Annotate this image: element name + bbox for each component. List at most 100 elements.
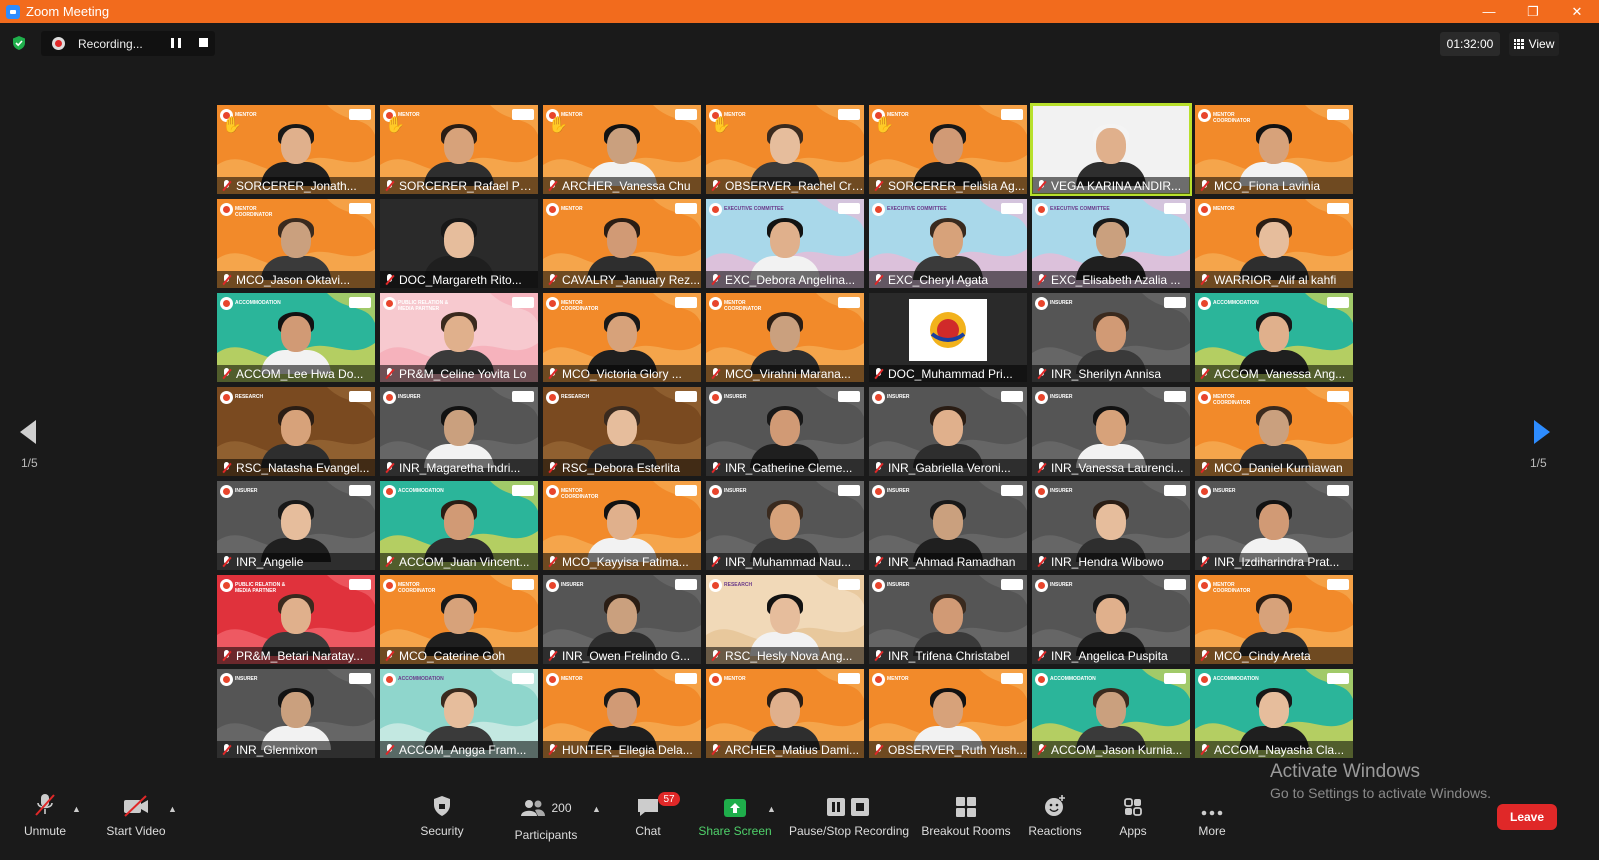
participant-tile[interactable]: INSURER INR_Angelica Puspita [1032, 575, 1190, 664]
muted-mic-icon [385, 461, 395, 474]
pause-stop-recording-button[interactable]: Pause/Stop Recording [789, 790, 909, 842]
participant-tile[interactable]: ACCOMMODATION ACCOM_Lee Hwa Do... [217, 293, 375, 382]
leave-button[interactable]: Leave [1497, 804, 1557, 830]
audio-options-caret-icon[interactable]: ▲ [72, 804, 81, 814]
participant-name-bar: INR_Sherilyn Annisa [1032, 365, 1190, 382]
muted-mic-icon [1037, 179, 1047, 192]
participant-tile[interactable]: MENTOR CAVALRY_January Rez... [543, 199, 701, 288]
muted-mic-icon [385, 367, 395, 380]
participants-button[interactable]: 200 Participants [511, 790, 581, 842]
breakout-rooms-button[interactable]: Breakout Rooms [921, 790, 1011, 842]
participant-tile[interactable]: ACCOMMODATION ACCOM_Angga Fram... [380, 669, 538, 758]
sponsor-badge-icon [1001, 485, 1023, 496]
participant-tile[interactable]: DOC_Margareth Rito... [380, 199, 538, 288]
participant-tile[interactable]: MENTOR ✋ SORCERER_Jonath... [217, 105, 375, 194]
event-logo-icon [1035, 391, 1048, 404]
division-tag: INSURER [724, 394, 747, 400]
participant-tile[interactable]: INSURER INR_Catherine Cleme... [706, 387, 864, 476]
view-button[interactable]: View [1509, 32, 1559, 56]
stop-recording-icon[interactable] [199, 38, 208, 47]
participant-tile[interactable]: MENTOR COORDINATOR MCO_Caterine Goh [380, 575, 538, 664]
participant-tile[interactable]: INSURER INR_Gabriella Veroni... [869, 387, 1027, 476]
participant-tile[interactable]: INSURER INR_Muhammad Nau... [706, 481, 864, 570]
participant-tile[interactable]: ACCOMMODATION ACCOM_Jason Kurnia... [1032, 669, 1190, 758]
participant-tile[interactable]: INSURER INR_Magaretha Indri... [380, 387, 538, 476]
sponsor-badge-icon [349, 673, 371, 684]
sponsor-badge-icon [838, 203, 860, 214]
share-options-caret-icon[interactable]: ▲ [767, 804, 776, 814]
participant-tile[interactable]: RESEARCH RSC_Debora Esterlita [543, 387, 701, 476]
apps-button[interactable]: Apps [1113, 790, 1153, 842]
event-logo-icon [709, 203, 722, 216]
sponsor-badge-icon [512, 485, 534, 496]
participant-tile[interactable]: MENTOR HUNTER_Ellegia Dela... [543, 669, 701, 758]
participant-tile[interactable]: RESEARCH RSC_Hesly Nova Ang... [706, 575, 864, 664]
participant-tile[interactable]: INSURER INR_Trifena Christabel [869, 575, 1027, 664]
participant-tile[interactable]: MENTOR ✋ ARCHER_Vanessa Chu [543, 105, 701, 194]
sponsor-badge-icon [675, 109, 697, 120]
division-tag: MENTOR [887, 676, 909, 682]
sponsor-badge-icon [349, 579, 371, 590]
participant-tile[interactable]: INSURER INR_Vanessa Laurenci... [1032, 387, 1190, 476]
participant-tile[interactable]: INSURER INR_Sherilyn Annisa [1032, 293, 1190, 382]
event-logo-icon [1198, 579, 1211, 592]
participants-caret-icon[interactable]: ▲ [592, 804, 601, 814]
chat-button[interactable]: 57 Chat [626, 790, 680, 842]
participant-name-bar: INR_Angelie [217, 553, 375, 570]
participant-tile[interactable]: INSURER INR_Glennixon [217, 669, 375, 758]
close-button[interactable]: ✕ [1555, 0, 1599, 23]
next-page-arrow-icon[interactable] [1532, 418, 1552, 446]
minimize-button[interactable]: — [1467, 0, 1511, 23]
muted-mic-icon [874, 555, 884, 568]
participant-tile[interactable]: VEGA KARINA ANDIR... [1030, 103, 1192, 196]
participant-tile[interactable]: MENTOR COORDINATOR MCO_Daniel Kurniawan [1195, 387, 1353, 476]
participant-tile[interactable]: DOC_Muhammad Pri... [869, 293, 1027, 382]
reactions-button[interactable]: Reactions [1027, 790, 1083, 842]
sponsor-badge-icon [838, 579, 860, 590]
participant-tile[interactable]: INSURER INR_Angelie [217, 481, 375, 570]
event-logo-icon [709, 673, 722, 686]
participant-tile[interactable]: ACCOMMODATION ACCOM_Juan Vincent... [380, 481, 538, 570]
video-options-caret-icon[interactable]: ▲ [168, 804, 177, 814]
pause-recording-icon[interactable] [171, 38, 181, 48]
participant-tile[interactable]: EXECUTIVE COMMITTEE EXC_Debora Angelina..… [706, 199, 864, 288]
participant-tile[interactable]: MENTOR ✋ OBSERVER_Rachel Cri... [706, 105, 864, 194]
participant-tile[interactable]: MENTOR OBSERVER_Ruth Yush... [869, 669, 1027, 758]
participant-tile[interactable]: ACCOMMODATION ACCOM_Vanessa Ang... [1195, 293, 1353, 382]
participant-tile[interactable]: MENTOR WARRIOR_Alif al kahfi [1195, 199, 1353, 288]
participant-tile[interactable]: MENTOR ✋ SORCERER_Felisia Ag... [869, 105, 1027, 194]
participant-tile[interactable]: MENTOR COORDINATOR MCO_Virahni Marana... [706, 293, 864, 382]
participant-tile[interactable]: MENTOR COORDINATOR MCO_Jason Oktavi... [217, 199, 375, 288]
participant-tile[interactable]: PUBLIC RELATION & MEDIA PARTNER PR&M_Celi… [380, 293, 538, 382]
share-screen-button[interactable]: Share Screen [698, 790, 772, 842]
division-tag: EXECUTIVE COMMITTEE [887, 206, 947, 212]
participant-tile[interactable]: EXECUTIVE COMMITTEE EXC_Elisabeth Azalia … [1032, 199, 1190, 288]
participant-tile[interactable]: MENTOR COORDINATOR MCO_Fiona Lavinia [1195, 105, 1353, 194]
participant-tile[interactable]: MENTOR COORDINATOR MCO_Victoria Glory ... [543, 293, 701, 382]
participant-tile[interactable]: PUBLIC RELATION & MEDIA PARTNER PR&M_Beta… [217, 575, 375, 664]
participant-tile[interactable]: MENTOR ARCHER_Matius Dami... [706, 669, 864, 758]
participant-tile[interactable]: INSURER INR_Izdiharindra Prat... [1195, 481, 1353, 570]
participant-tile[interactable]: EXECUTIVE COMMITTEE EXC_Cheryl Agata [869, 199, 1027, 288]
participant-tile[interactable]: ACCOMMODATION ACCOM_Nayasha Cla... [1195, 669, 1353, 758]
unmute-button[interactable]: Unmute [20, 790, 70, 842]
participant-name-bar: INR_Owen Frelindo G... [543, 647, 701, 664]
previous-page-arrow-icon[interactable] [18, 418, 38, 446]
security-button[interactable]: Security [416, 790, 468, 842]
division-tag: ACCOMMODATION [235, 300, 281, 306]
participant-tile[interactable]: MENTOR ✋ SORCERER_Rafael Put... [380, 105, 538, 194]
sponsor-badge-icon [1164, 579, 1186, 590]
event-logo-icon [709, 579, 722, 592]
participant-tile[interactable]: INSURER INR_Ahmad Ramadhan [869, 481, 1027, 570]
sponsor-badge-icon [838, 485, 860, 496]
restore-button[interactable]: ❐ [1511, 0, 1555, 23]
participant-tile[interactable]: MENTOR COORDINATOR MCO_Kayyisa Fatima... [543, 481, 701, 570]
participant-tile[interactable]: RESEARCH RSC_Natasha Evangel... [217, 387, 375, 476]
participant-tile[interactable]: MENTOR COORDINATOR MCO_Cindy Areta [1195, 575, 1353, 664]
shield-icon[interactable] [11, 35, 27, 51]
participant-tile[interactable]: INSURER INR_Hendra Wibowo [1032, 481, 1190, 570]
more-button[interactable]: More [1192, 790, 1232, 842]
start-video-button[interactable]: Start Video [105, 790, 167, 842]
participant-tile[interactable]: INSURER INR_Owen Frelindo G... [543, 575, 701, 664]
muted-mic-icon [874, 649, 884, 662]
